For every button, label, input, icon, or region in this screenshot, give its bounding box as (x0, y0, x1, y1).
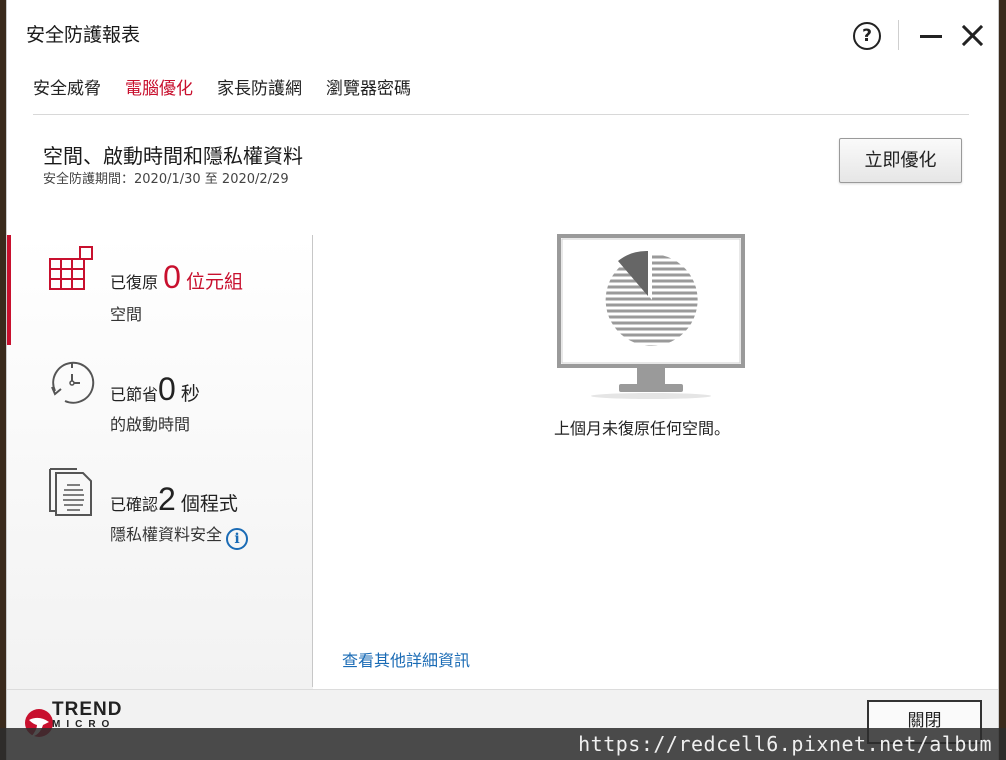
document-icon (49, 468, 92, 516)
monitor-pie-illustration (557, 234, 745, 399)
tab-parental-controls[interactable]: 家長防護網 (217, 78, 302, 106)
space-unit: 位元組 (186, 271, 244, 293)
info-icon[interactable]: i (226, 528, 249, 550)
privacy-line2: 隱私權資料安全 i (110, 521, 249, 550)
tab-browser-passwords[interactable]: 瀏覽器密碼 (326, 78, 411, 106)
disk-grid-icon (49, 246, 93, 290)
close-icon[interactable] (959, 22, 985, 48)
tab-security-threats[interactable]: 安全威脅 (33, 78, 101, 106)
trend-micro-logo-text: TREND MICRO (52, 699, 122, 730)
panel-divider (312, 235, 313, 687)
privacy-value: 2 (158, 481, 176, 517)
privacy-unit: 個程式 (180, 493, 238, 515)
space-value: 0 (163, 259, 181, 295)
period-label: 安全防護期間： (43, 172, 135, 187)
space-line2: 空間 (110, 305, 143, 324)
startup-prefix: 已節省 (110, 385, 159, 404)
watermark-url: https://redcell6.pixnet.net/album (0, 728, 1006, 760)
space-prefix: 已復原 (110, 273, 159, 292)
minimize-icon[interactable] (920, 35, 942, 38)
title-bar: 安全防護報表 ? (7, 0, 998, 68)
logo-trend-text: TREND (52, 699, 123, 720)
title-separator (898, 20, 899, 50)
startup-unit: 秒 (180, 383, 200, 405)
privacy-prefix: 已確認 (110, 495, 159, 514)
tab-divider (33, 114, 969, 115)
tab-pc-optimization[interactable]: 電腦優化 (125, 78, 193, 106)
help-icon[interactable]: ? (853, 22, 881, 50)
privacy-line1: 已確認2 個程式 (110, 481, 238, 518)
period-value: 2020/1/30 至 2020/2/29 (134, 172, 289, 187)
startup-line2: 的啟動時間 (110, 415, 191, 434)
more-details-link[interactable]: 查看其他詳細資訊 (342, 647, 470, 671)
report-window: 安全防護報表 ? 安全威脅 電腦優化 家長防護網 瀏覽器密碼 空間、啟動時間和隱… (6, 0, 999, 760)
empty-message: 上個月未復原任何空間。 (554, 419, 731, 438)
selected-marker (7, 235, 11, 345)
startup-value: 0 (158, 371, 176, 407)
protection-period: 安全防護期間：2020/1/30 至 2020/2/29 (43, 168, 289, 187)
optimize-now-button[interactable]: 立即優化 (839, 138, 962, 183)
privacy-line2-text: 隱私權資料安全 (110, 525, 223, 544)
section-heading: 空間、啟動時間和隱私權資料 (43, 144, 303, 168)
stats-panel: 已復原 0 位元組 空間 已節省0 秒 的啟動時間 已確認2 個程式 隱私權資料… (7, 235, 313, 690)
startup-line1: 已節省0 秒 (110, 371, 200, 408)
stopwatch-icon (51, 361, 95, 404)
space-line1: 已復原 0 位元組 (110, 259, 243, 296)
tab-bar: 安全威脅 電腦優化 家長防護網 瀏覽器密碼 (33, 78, 435, 106)
window-title: 安全防護報表 (26, 24, 141, 46)
